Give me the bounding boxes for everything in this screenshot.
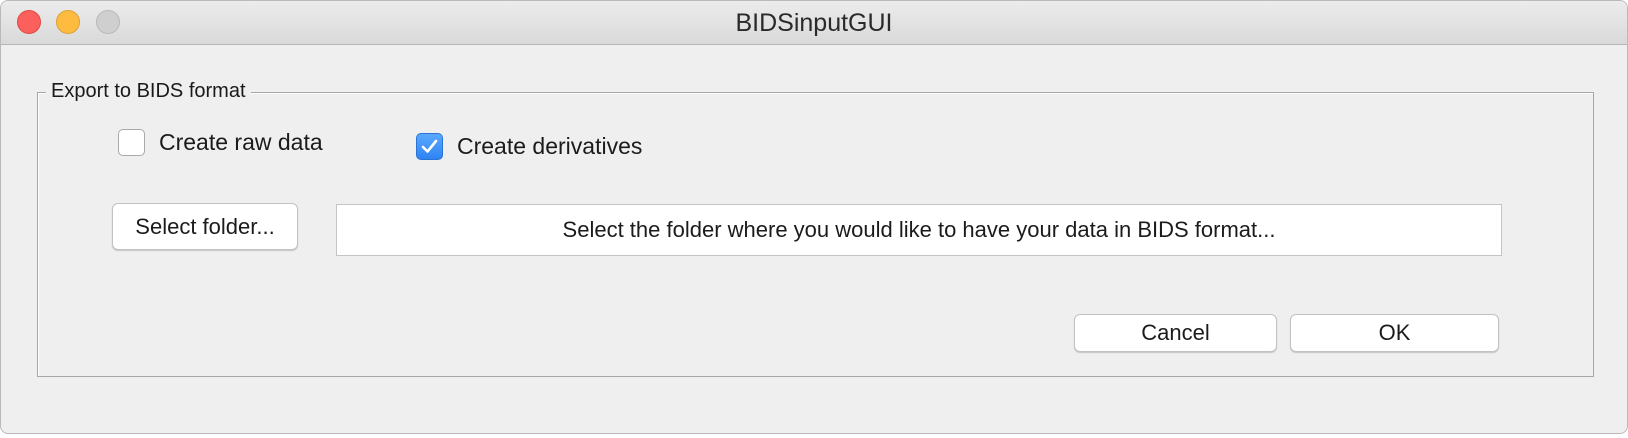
- cancel-button[interactable]: Cancel: [1074, 314, 1277, 352]
- ok-button[interactable]: OK: [1290, 314, 1499, 352]
- create-raw-data-label[interactable]: Create raw data: [159, 129, 323, 156]
- create-derivatives-label[interactable]: Create derivatives: [457, 133, 642, 160]
- export-group-label: Export to BIDS format: [46, 79, 251, 103]
- window-title: BIDSinputGUI: [735, 9, 893, 37]
- create-derivatives-checkbox[interactable]: Create derivatives: [416, 133, 642, 160]
- create-raw-data-checkbox[interactable]: Create raw data: [118, 129, 323, 156]
- unchecked-box-icon[interactable]: [118, 129, 145, 156]
- dialog-window: BIDSinputGUI Export to BIDS format Creat…: [0, 0, 1628, 434]
- folder-path-field[interactable]: Select the folder where you would like t…: [336, 204, 1502, 256]
- checkmark-icon[interactable]: [416, 133, 443, 160]
- title-bar: BIDSinputGUI: [1, 1, 1627, 45]
- select-folder-button[interactable]: Select folder...: [112, 203, 298, 250]
